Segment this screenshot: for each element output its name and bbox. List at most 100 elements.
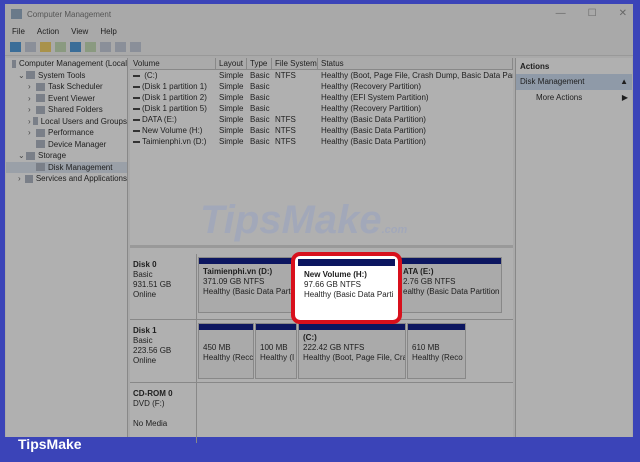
table-cell: New Volume (H:) [130,125,216,136]
maximize-button[interactable]: ☐ [588,8,597,19]
partition-status: Healthy (Basic Data Partiti [203,287,295,296]
partition-e[interactable]: ATA (E:) 2.76 GB NTFS ealthy (Basic Data P… [398,257,502,313]
brand-banner: TipsMake [18,436,82,452]
cell-text: Basic [250,137,270,146]
volume-icon [133,96,140,99]
help-icon[interactable] [70,41,81,52]
disk-type: DVD (F:) [133,399,165,408]
tree-item[interactable]: Disk Management [6,161,127,173]
properties-icon[interactable] [85,41,96,52]
cell-text: Simple [219,93,244,102]
col-file-system[interactable]: File System [272,58,318,69]
col-type[interactable]: Type [247,58,272,69]
table-row[interactable]: DATA (E:) Simple Basic NTFS Healthy (Basic D… [130,114,513,125]
expand-arrow-icon[interactable]: › [28,81,36,93]
volume-icon [133,74,140,77]
tree-item[interactable]: › Event Viewer [6,93,127,105]
window-title: Computer Management [27,9,112,19]
volume-icon [133,107,140,110]
back-icon[interactable] [10,41,21,52]
disk-type: Basic [133,336,153,345]
table-cell: Basic [247,70,272,81]
tree-item[interactable]: › Task Scheduler [6,81,127,93]
menu-help[interactable]: Help [100,27,116,36]
collapse-icon[interactable]: ▲ [620,77,628,87]
tree-item-label: Performance [48,128,94,137]
disk-label: CD-ROM 0 DVD (F:) No Media [130,383,197,443]
show-hide-tree-icon[interactable] [55,41,66,52]
tree-item[interactable]: Device Manager [6,139,127,151]
table-row[interactable]: (Disk 1 partition 5) Simple Basic Healthy (… [130,103,513,114]
table-cell: NTFS [272,136,318,147]
partition-c[interactable]: (C:) 222.42 GB NTFS Healthy (Boot, Page Fi… [298,323,406,379]
partition-recovery-1[interactable]: 450 MB Healthy (Recc [198,323,254,379]
tree-item[interactable]: › Performance [6,127,127,139]
tree-item[interactable]: ⌄ System Tools [6,70,127,82]
table-cell: Simple [216,103,247,114]
partition-name: (C:) [303,333,317,342]
tree-item[interactable]: › Shared Folders [6,104,127,116]
section-label: Disk Management [520,77,585,86]
expand-arrow-icon[interactable]: › [28,104,36,116]
partition-recovery-5[interactable]: 610 MB Healthy (Reco [407,323,466,379]
disk-size: 223.56 GB [133,346,172,355]
menu-action[interactable]: Action [37,27,59,36]
close-button[interactable]: ✕ [619,8,627,19]
partition-status: Healthy (Basic Data Parti [304,290,394,299]
actions-section-disk-management[interactable]: Disk Management ▲ [516,74,632,90]
col-status[interactable]: Status [318,58,513,69]
table-row[interactable]: (Disk 1 partition 1) Simple Basic Healthy (… [130,81,513,92]
expand-arrow-icon[interactable]: ⌄ [18,150,26,162]
partition-h-highlighted[interactable]: New Volume (H:) 97.66 GB NTFS Healthy (Bas… [291,252,402,324]
tree-item-label: Disk Management [48,162,113,172]
partition-status: Healthy (Boot, Page File, Crash [303,353,405,362]
console-icon[interactable] [130,41,141,52]
expand-arrow-icon[interactable]: › [28,127,36,139]
table-row[interactable]: Taimienphi.vn (D:) Simple Basic NTFS Healthy… [130,136,513,147]
tree-node-icon [26,71,35,80]
cell-text: Basic [250,93,270,102]
table-row[interactable]: New Volume (H:) Simple Basic NTFS Healthy (B… [130,125,513,136]
cell-text: (Disk 1 partition 2) [142,93,207,102]
table-cell: Taimienphi.vn (D:) [130,136,216,147]
cell-text: DATA (E:) [142,115,177,124]
more-actions-item[interactable]: More Actions ▶ [516,90,632,105]
table-cell: Basic [247,114,272,125]
expand-arrow-icon[interactable]: ⌄ [18,70,26,82]
up-folder-icon[interactable] [40,41,51,52]
partition-efi[interactable]: 100 MB Healthy (I [255,323,297,379]
col-volume[interactable]: Volume [130,58,216,69]
table-row[interactable]: (C:) Simple Basic NTFS Healthy (Boot, Page F… [130,70,513,81]
table-cell: Healthy (Basic Data Partition) [318,136,513,147]
expand-arrow-icon[interactable]: › [18,173,25,185]
col-layout[interactable]: Layout [216,58,247,69]
partition-d[interactable]: Taimienphi.vn (D:) 371.09 GB NTFS Healthy … [198,257,296,313]
table-cell [272,81,318,92]
menu-view[interactable]: View [71,27,88,36]
forward-icon[interactable] [25,41,36,52]
cell-text: (C:) [142,71,158,80]
cell-text: Basic [250,104,270,113]
partition-size: 100 MB [260,343,288,352]
menu-file[interactable]: File [12,27,25,36]
table-cell: Healthy (Basic Data Partition) [318,114,513,125]
tree-node-icon [36,163,45,172]
check-icon[interactable] [115,41,126,52]
tree-item[interactable]: › Local Users and Groups [6,116,127,128]
table-cell: (C:) [130,70,216,81]
minimize-button[interactable]: — [556,8,566,19]
tree-item[interactable]: Computer Management (Local [6,58,127,70]
tree-item[interactable]: › Services and Applications [6,173,127,185]
disk-label: Disk 1 Basic 223.56 GB Online [130,320,197,382]
cell-text: NTFS [275,71,296,80]
connect-icon[interactable] [100,41,111,52]
table-row[interactable]: (Disk 1 partition 2) Simple Basic Healthy (… [130,92,513,103]
cell-text: Healthy (EFI System Partition) [321,93,429,102]
tree-node-icon [36,140,45,149]
cell-text: Simple [219,115,244,124]
tree-item[interactable]: ⌄ Storage [6,150,127,162]
partition-size: 610 MB [412,343,440,352]
tree-item-label: Services and Applications [35,174,127,183]
expand-arrow-icon[interactable]: › [28,93,36,105]
cell-text: Simple [219,126,244,135]
